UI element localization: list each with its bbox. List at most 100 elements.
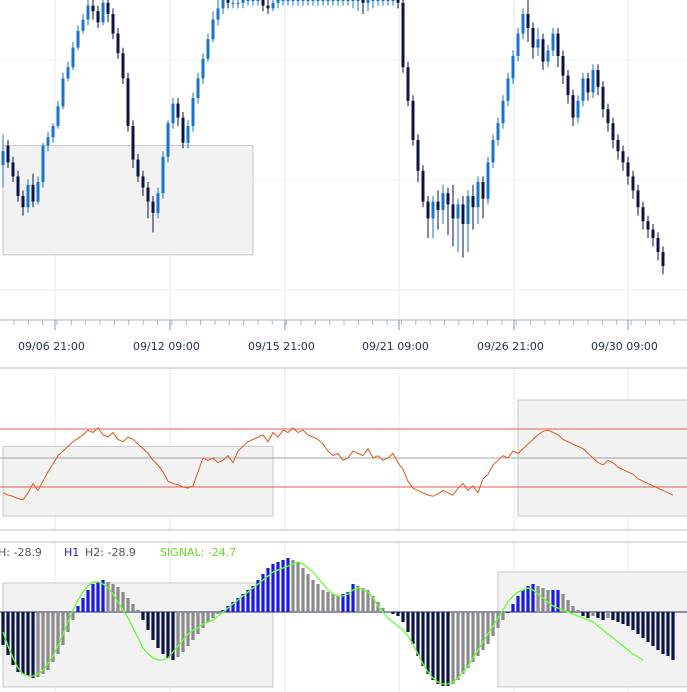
candle-body [226, 0, 230, 3]
histogram-bar [181, 612, 185, 652]
candle-body [326, 0, 330, 1]
candle-body [51, 126, 55, 138]
histogram-bar [411, 612, 415, 644]
candle-body [231, 2, 235, 4]
histogram-bar [466, 612, 470, 668]
candle-body [321, 0, 325, 1]
candle-body [306, 0, 310, 1]
candle-body [391, 0, 395, 1]
candle-body [451, 204, 455, 219]
histogram-bar [581, 612, 585, 616]
candle-body [46, 137, 50, 146]
histogram-bar [441, 612, 445, 686]
candle-body [591, 70, 595, 93]
histogram-bar [551, 590, 555, 612]
candle-body [656, 238, 660, 252]
histogram-bar [631, 612, 635, 630]
candle-body [606, 109, 610, 124]
candle-body [146, 187, 150, 202]
histogram-bar [516, 596, 520, 612]
histogram-bar [336, 596, 340, 612]
candle-body [191, 98, 195, 126]
candle-body [546, 50, 550, 62]
candle-body [346, 0, 350, 1]
histogram-bar [16, 612, 20, 672]
x-tick-label: 09/15 21:00 [248, 340, 315, 353]
histogram-bar [611, 612, 615, 620]
histogram-bar [141, 612, 145, 620]
histogram-bar [451, 612, 455, 684]
histogram-bar [671, 612, 675, 660]
histogram-bar [331, 594, 335, 612]
histogram-bar [361, 588, 365, 612]
candle-body [56, 106, 60, 126]
histogram-bar [296, 562, 300, 612]
candle-body [586, 78, 590, 93]
histogram-bar [161, 612, 165, 654]
candle-body [491, 140, 495, 163]
candle-body [106, 2, 110, 14]
histogram-bar [566, 600, 570, 612]
candle-body [431, 201, 435, 219]
histogram-bar [111, 584, 115, 612]
histogram-bar [536, 586, 540, 612]
histogram-bar [456, 612, 460, 680]
candle-body [476, 182, 480, 208]
candle-body [611, 123, 615, 140]
candle-body [631, 176, 635, 191]
candle-body [181, 117, 185, 143]
histogram-bar [156, 612, 160, 648]
candle-body [76, 30, 80, 48]
histogram-bar [486, 612, 490, 644]
candle-body [336, 0, 340, 1]
candle-body [116, 33, 120, 54]
histogram-bar [341, 594, 345, 612]
histogram-bar [526, 586, 530, 612]
histogram-bar [191, 612, 195, 640]
candle-body [376, 0, 380, 1]
candle-body [61, 78, 65, 107]
candle-body [11, 162, 15, 177]
histogram-bar [311, 580, 315, 612]
candle-body [16, 176, 20, 196]
candle-body [361, 0, 365, 3]
candle-body [496, 123, 500, 140]
candle-body [291, 0, 295, 1]
histogram-bar [401, 612, 405, 622]
histogram-bar [421, 612, 425, 666]
candle-body [461, 204, 465, 224]
candle-body [171, 103, 175, 124]
candle-body [1, 151, 5, 166]
candle-body [121, 53, 125, 79]
candle-body [446, 193, 450, 205]
candle-body [91, 5, 95, 12]
candle-body [661, 252, 665, 266]
histogram-bar [391, 612, 395, 614]
candle-body [521, 14, 525, 34]
candle-body [406, 67, 410, 101]
legend-h: H: -28.9 [0, 546, 42, 559]
candle-body [506, 78, 510, 101]
candle-body [41, 145, 45, 182]
histogram-bar [216, 612, 220, 614]
candle-body [316, 0, 320, 1]
candle-body [396, 0, 400, 3]
candle-body [626, 162, 630, 177]
candle-body [386, 0, 390, 1]
histogram-bar [76, 606, 80, 612]
histogram-legend: H: -28.9 H1 H2: -28.9 SIGNAL: -24.7 [0, 546, 236, 559]
candle-body [596, 70, 600, 87]
histogram-bar [436, 612, 440, 684]
candle-body [36, 182, 40, 202]
candle-body [651, 229, 655, 238]
candle-body [101, 2, 105, 23]
x-tick-label: 09/12 09:00 [133, 340, 200, 353]
candle-body [31, 184, 35, 202]
candle-body [86, 5, 90, 20]
candle-body [561, 56, 565, 76]
histogram-bar [351, 584, 355, 612]
candle-body [641, 207, 645, 222]
histogram-bar [431, 612, 435, 680]
histogram-bar [636, 612, 640, 634]
candle-body [186, 126, 190, 143]
